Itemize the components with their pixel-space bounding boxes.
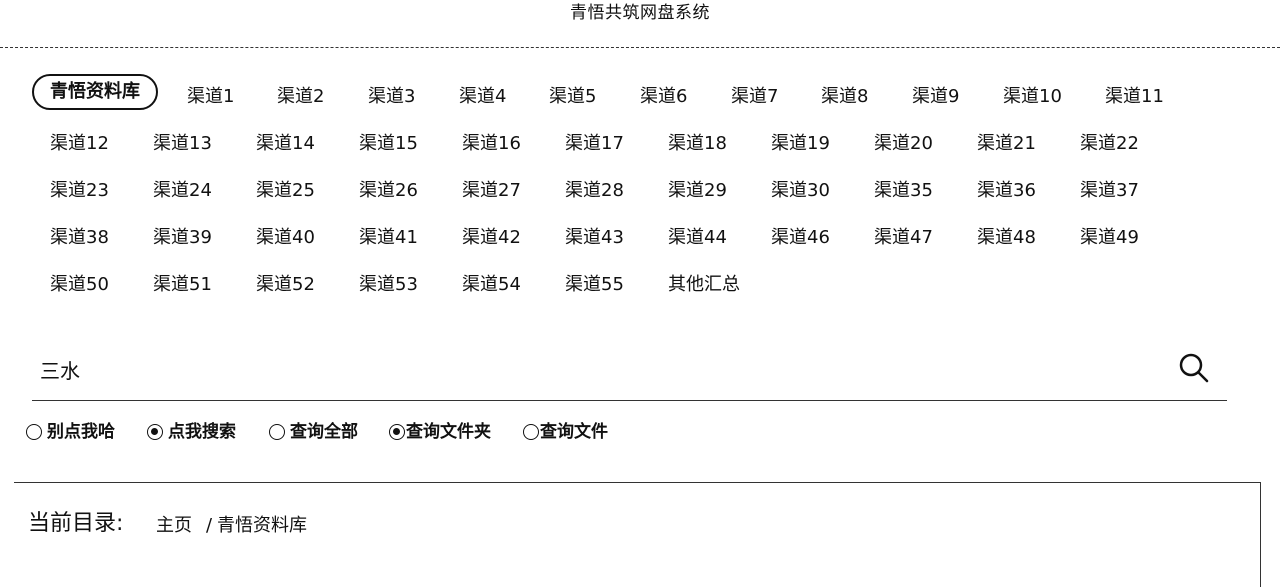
channel-chip[interactable]: 渠道53 [359,273,418,297]
radio-button[interactable] [523,424,539,440]
title-divider [0,47,1280,48]
radio-button[interactable] [26,424,42,440]
channel-chip[interactable]: 渠道37 [1080,179,1139,203]
channel-chip-other-summary[interactable]: 其他汇总 [668,273,740,297]
channel-chip[interactable]: 渠道16 [462,132,521,156]
current-directory-label: 当前目录: [28,511,124,536]
channel-chip[interactable]: 渠道7 [731,85,778,109]
radio-option-query-file[interactable]: 查询文件 [523,420,608,444]
channel-chip[interactable]: 渠道28 [565,179,624,203]
channel-chip[interactable]: 渠道50 [50,273,109,297]
channel-chip[interactable]: 渠道20 [874,132,933,156]
radio-option-query-folder[interactable]: 查询文件夹 [389,420,491,444]
channel-chip[interactable]: 渠道22 [1080,132,1139,156]
channel-chip[interactable]: 渠道18 [668,132,727,156]
channel-chip[interactable]: 渠道25 [256,179,315,203]
current-directory-panel: 当前目录: 主页 / 青悟资料库 [14,482,1261,587]
search-bar [32,348,1227,401]
channel-chip[interactable]: 渠道54 [462,273,521,297]
channel-chip[interactable]: 渠道36 [977,179,1036,203]
channel-chip[interactable]: 渠道27 [462,179,521,203]
radio-option-click-search[interactable]: 点我搜索 [147,420,236,444]
channel-chip[interactable]: 渠道51 [153,273,212,297]
breadcrumb-home[interactable]: 主页 [156,513,192,539]
channel-chip[interactable]: 渠道46 [771,226,830,250]
channel-chip[interactable]: 渠道48 [977,226,1036,250]
channel-nav: 青悟资料库 渠道1 渠道2 渠道3 渠道4 渠道5 渠道6 渠道7 渠道8 渠道… [0,74,1280,304]
channel-chip[interactable]: 渠道3 [368,85,415,109]
radio-label: 查询全部 [290,422,358,442]
channel-chip[interactable]: 渠道39 [153,226,212,250]
breadcrumb-current-folder[interactable]: 青悟资料库 [217,513,307,539]
radio-button[interactable] [269,424,285,440]
channel-chip[interactable]: 渠道52 [256,273,315,297]
channel-chip[interactable]: 渠道35 [874,179,933,203]
app-title: 青悟共筑网盘系统 [570,3,710,23]
channel-chip[interactable]: 渠道1 [187,85,234,109]
channel-chip[interactable]: 渠道44 [668,226,727,250]
channel-chip[interactable]: 渠道24 [153,179,212,203]
breadcrumb-separator: / [206,515,213,536]
radio-button-checked[interactable] [147,424,163,440]
channel-chip[interactable]: 渠道26 [359,179,418,203]
channel-chip[interactable]: 渠道29 [668,179,727,203]
channel-chip[interactable]: 渠道13 [153,132,212,156]
channel-chip[interactable]: 渠道40 [256,226,315,250]
channel-chip[interactable]: 渠道8 [821,85,868,109]
channel-chip[interactable]: 渠道10 [1003,85,1062,109]
radio-option-dont-click[interactable]: 别点我哈 [26,420,115,444]
radio-label: 查询文件夹 [406,422,491,442]
channel-chip[interactable]: 渠道5 [549,85,596,109]
channel-chip[interactable]: 渠道17 [565,132,624,156]
search-icon[interactable] [1178,352,1210,384]
radio-label: 点我搜索 [168,422,236,442]
channel-chip[interactable]: 渠道21 [977,132,1036,156]
channel-chip[interactable]: 渠道4 [459,85,506,109]
channel-chip[interactable]: 渠道19 [771,132,830,156]
channel-chip[interactable]: 渠道12 [50,132,109,156]
channel-chip[interactable]: 渠道41 [359,226,418,250]
channel-chip[interactable]: 渠道6 [640,85,687,109]
radio-option-query-all[interactable]: 查询全部 [269,420,358,444]
channel-chip[interactable]: 渠道23 [50,179,109,203]
channel-chip[interactable]: 渠道55 [565,273,624,297]
channel-chip-active[interactable]: 青悟资料库 [32,74,158,110]
channel-chip[interactable]: 渠道11 [1105,85,1164,109]
channel-chip[interactable]: 渠道2 [277,85,324,109]
channel-chip[interactable]: 渠道14 [256,132,315,156]
radio-label: 别点我哈 [47,422,115,442]
radio-button-checked[interactable] [389,424,405,440]
channel-chip[interactable]: 渠道47 [874,226,933,250]
channel-chip[interactable]: 渠道42 [462,226,521,250]
channel-chip[interactable]: 渠道43 [565,226,624,250]
channel-chip[interactable]: 渠道9 [912,85,959,109]
channel-chip[interactable]: 渠道49 [1080,226,1139,250]
channel-chip[interactable]: 渠道38 [50,226,109,250]
search-input[interactable] [38,350,1162,388]
radio-label: 查询文件 [540,422,608,442]
channel-chip[interactable]: 渠道30 [771,179,830,203]
channel-chip[interactable]: 渠道15 [359,132,418,156]
